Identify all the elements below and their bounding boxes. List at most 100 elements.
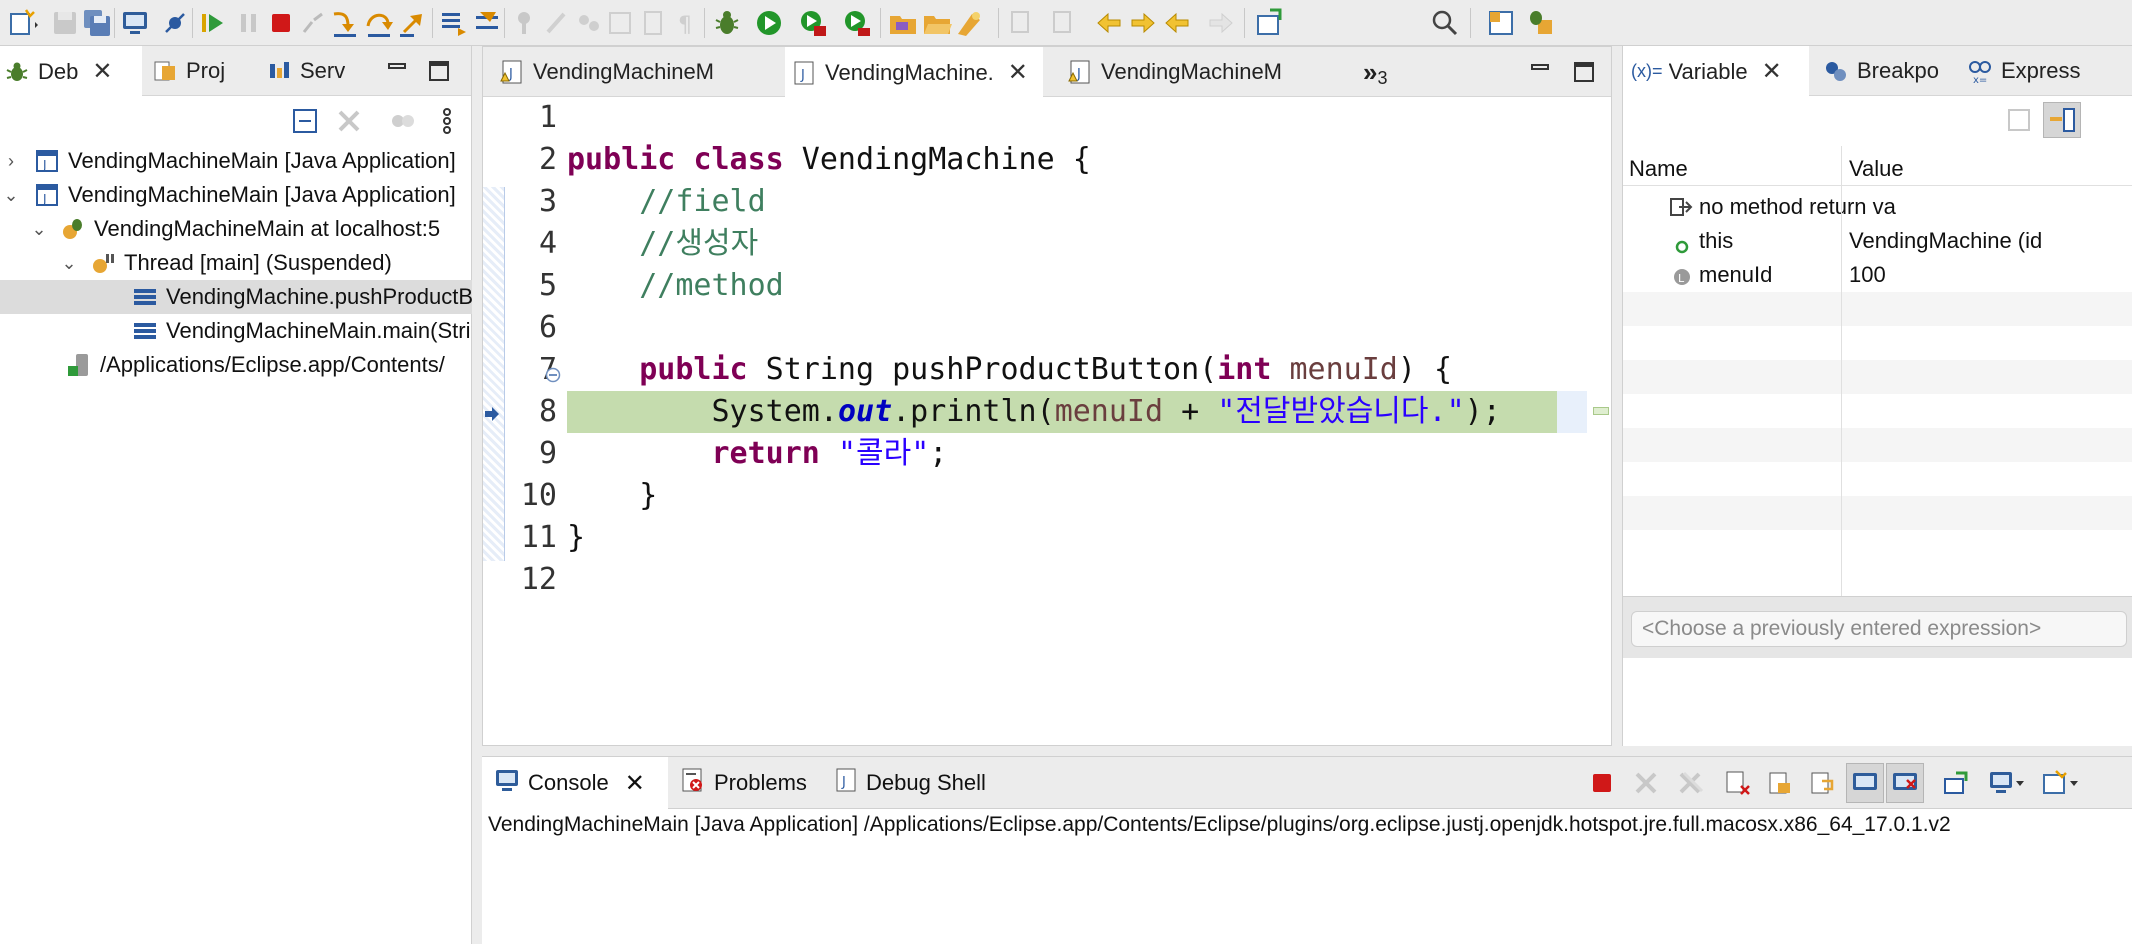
- prev-annotation-icon[interactable]: [1092, 6, 1126, 40]
- debug-target-icon: [60, 216, 86, 242]
- close-icon[interactable]: ✕: [625, 769, 645, 798]
- tree-item-debug-target[interactable]: ⌄ VendingMachineMain at localhost:5: [0, 212, 472, 246]
- process-icon: [66, 352, 92, 378]
- pin-icon[interactable]: [508, 6, 542, 40]
- show-type-names-icon[interactable]: [2043, 102, 2081, 138]
- forward-icon[interactable]: [1204, 6, 1238, 40]
- tree-item-process[interactable]: /Applications/Eclipse.app/Contents/: [0, 348, 472, 382]
- step-over-icon[interactable]: [362, 6, 396, 40]
- next-annotation-icon[interactable]: [1126, 6, 1160, 40]
- toggle-mark-icon[interactable]: [572, 6, 606, 40]
- table-row[interactable]: this VendingMachine (id: [1623, 224, 2132, 258]
- new-wizard-icon[interactable]: [6, 6, 40, 40]
- display-console-icon[interactable]: [1988, 769, 2026, 803]
- table-row[interactable]: L menuId 100: [1623, 258, 2132, 292]
- tab-console[interactable]: Console ✕: [482, 757, 668, 809]
- eraser-icon[interactable]: [540, 6, 574, 40]
- terminate-icon[interactable]: [1588, 769, 1616, 803]
- collapse-all-icon[interactable]: [290, 106, 320, 142]
- perspective-icon[interactable]: [1484, 6, 1518, 40]
- console-icon: [494, 768, 520, 798]
- svg-text:J: J: [42, 192, 47, 206]
- variables-table-header: Name Value: [1623, 146, 2132, 186]
- show-whitespace-icon[interactable]: [604, 6, 638, 40]
- debug-view: Deb ✕ Proj Serv › J VendingMachineMain […: [0, 46, 472, 944]
- show-on-stderr-icon[interactable]: [1886, 763, 1924, 803]
- tab-project[interactable]: Proj: [148, 46, 258, 96]
- save-icon[interactable]: [48, 6, 82, 40]
- resume-icon[interactable]: [196, 6, 230, 40]
- tree-item-stack-frame-selected[interactable]: VendingMachine.pushProductButton: [0, 280, 472, 314]
- annotation-icon[interactable]: [1046, 6, 1080, 40]
- debug-icon[interactable]: [710, 6, 744, 40]
- new-package-icon[interactable]: [886, 6, 920, 40]
- quick-diff-ruler: [483, 187, 505, 561]
- collapse-icon[interactable]: [2003, 104, 2035, 142]
- open-task-icon[interactable]: [952, 6, 986, 40]
- open-console-icon[interactable]: [2042, 769, 2080, 803]
- open-perspective-icon[interactable]: [1252, 6, 1286, 40]
- scroll-lock-icon[interactable]: [1766, 769, 1794, 803]
- tree-item-stack-frame[interactable]: VendingMachineMain.main(String[]): [0, 314, 472, 348]
- local-variable-icon: L: [1673, 266, 1691, 292]
- close-icon[interactable]: ✕: [1762, 57, 1782, 86]
- coverage-icon[interactable]: [796, 6, 830, 40]
- threads-icon[interactable]: [388, 106, 418, 142]
- thread-icon: [90, 250, 116, 276]
- tab-breakpoints[interactable]: Breakpo: [1819, 46, 1969, 96]
- code-area[interactable]: public class VendingMachine { //field //…: [567, 47, 1567, 747]
- save-all-icon[interactable]: [80, 6, 114, 40]
- block-selection-icon[interactable]: [636, 6, 670, 40]
- expression-combo[interactable]: <Choose a previously entered expression>: [1631, 611, 2127, 647]
- tab-debug-shell[interactable]: J Debug Shell: [828, 757, 1028, 809]
- tab-servers[interactable]: Serv: [262, 46, 372, 96]
- tab-debug[interactable]: Deb ✕: [0, 46, 142, 97]
- run-icon[interactable]: [752, 6, 786, 40]
- remove-all-terminated-icon[interactable]: [1676, 769, 1704, 803]
- step-into-icon[interactable]: [328, 6, 362, 40]
- pilcrow-icon[interactable]: ¶: [668, 6, 702, 40]
- skip-breakpoints-icon[interactable]: [158, 6, 192, 40]
- java-app-icon: J: [34, 148, 60, 174]
- terminal-icon[interactable]: [118, 6, 152, 40]
- instruction-pointer-icon: [483, 403, 501, 429]
- close-icon[interactable]: ✕: [92, 57, 112, 86]
- tab-variables[interactable]: (x)= Variable ✕: [1623, 46, 1809, 97]
- back-icon[interactable]: [1160, 6, 1194, 40]
- table-row[interactable]: no method return va: [1623, 190, 2132, 224]
- pin-console-icon[interactable]: [1942, 769, 1970, 803]
- view-menu-icon[interactable]: [432, 106, 462, 142]
- tab-expressions[interactable]: x= Express: [1963, 46, 2132, 96]
- terminate-icon[interactable]: [264, 6, 298, 40]
- maximize-icon[interactable]: [428, 60, 450, 82]
- console-output[interactable]: [482, 843, 2132, 944]
- tree-item-launch-2[interactable]: ⌄ J VendingMachineMain [Java Application…: [0, 178, 472, 212]
- clear-console-icon[interactable]: [1724, 769, 1752, 803]
- suspend-icon[interactable]: [232, 6, 266, 40]
- remove-terminated-icon[interactable]: [334, 106, 364, 142]
- collapse-fold-icon[interactable]: [545, 363, 561, 389]
- debug-perspective-icon[interactable]: [1524, 6, 1558, 40]
- column-header-name[interactable]: Name: [1629, 156, 1688, 182]
- word-wrap-icon[interactable]: [1808, 769, 1836, 803]
- minimize-icon[interactable]: [386, 60, 408, 82]
- step-return-icon[interactable]: [396, 6, 430, 40]
- expressions-icon: x=: [1967, 58, 1993, 86]
- tree-item-thread[interactable]: ⌄ Thread [main] (Suspended): [0, 246, 472, 280]
- git-icon[interactable]: [1004, 6, 1038, 40]
- tab-problems[interactable]: Problems: [674, 757, 824, 809]
- tree-item-launch-1[interactable]: › J VendingMachineMain [Java Application…: [0, 144, 472, 178]
- remove-launch-icon[interactable]: [1632, 769, 1660, 803]
- external-tools-icon[interactable]: [840, 6, 874, 40]
- disconnect-icon[interactable]: [296, 6, 330, 40]
- column-header-value[interactable]: Value: [1849, 156, 1904, 182]
- open-folder-icon[interactable]: [920, 6, 954, 40]
- search-icon[interactable]: [1428, 6, 1462, 40]
- drop-to-frame-icon[interactable]: [436, 6, 470, 40]
- server-icon: [266, 58, 292, 84]
- maximize-icon[interactable]: [1573, 61, 1595, 83]
- stack-frame-icon: [132, 284, 158, 310]
- variables-table: no method return va this VendingMachine …: [1623, 186, 2132, 602]
- show-on-stdout-icon[interactable]: [1846, 763, 1884, 803]
- use-step-filters-icon[interactable]: [470, 6, 504, 40]
